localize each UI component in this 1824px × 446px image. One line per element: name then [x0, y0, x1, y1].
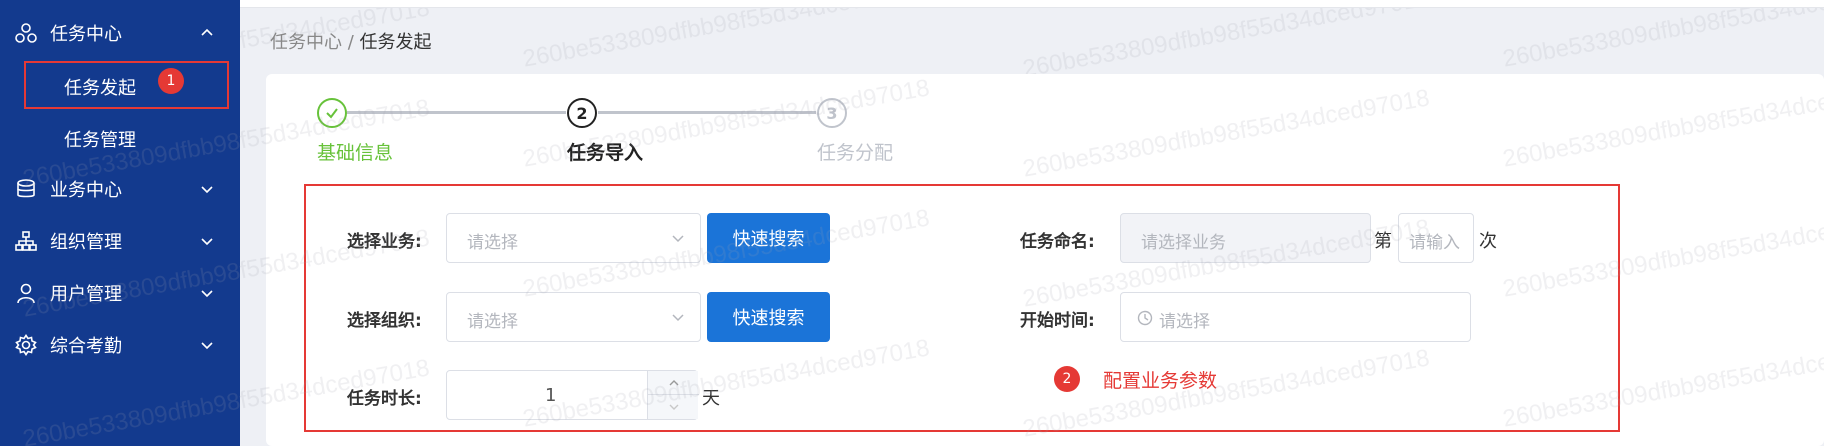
annotation-text: 配置业务参数 — [1103, 370, 1218, 392]
sidebar: 任务中心 任务发起 1 任务管理 业务中心 组织管理 用户管理 综合考勤 — [0, 0, 240, 446]
sidebar-item-task-manage[interactable]: 任务管理 — [0, 115, 240, 159]
field-placeholder: 请选择业务 — [1141, 233, 1226, 253]
business-select[interactable]: 请选择 — [446, 213, 701, 263]
task-count-suffix: 次 — [1479, 231, 1497, 252]
step-3-number: 3 — [817, 98, 847, 128]
stepper-controls — [647, 371, 699, 419]
start-time-label: 开始时间: — [1020, 311, 1095, 331]
menu-group-label: 组织管理 — [50, 232, 122, 253]
chevron-down-icon — [672, 235, 684, 243]
menu-group-org-manage[interactable]: 组织管理 — [0, 219, 240, 263]
gear-icon — [14, 333, 38, 357]
menu-group-task-center[interactable]: 任务中心 — [0, 11, 240, 55]
task-count-prefix: 第 — [1374, 231, 1392, 252]
network-icon — [14, 21, 38, 45]
top-header-strip — [240, 0, 1824, 8]
sidebar-item-label: 任务管理 — [64, 130, 136, 151]
chevron-down-icon — [201, 290, 213, 298]
clock-icon — [1137, 310, 1153, 326]
chevron-down-icon — [201, 342, 213, 350]
step-3-title: 任务分配 — [817, 142, 894, 164]
duration-value: 1 — [545, 385, 557, 406]
step-connector — [598, 111, 816, 114]
select-placeholder: 请选择 — [467, 233, 518, 253]
task-name-field[interactable]: 请选择业务 — [1120, 213, 1371, 263]
chevron-down-icon — [669, 404, 678, 410]
step-badge-2: 2 — [1054, 366, 1080, 392]
user-icon — [14, 281, 38, 305]
menu-group-attendance[interactable]: 综合考勤 — [0, 323, 240, 367]
field-placeholder: 请选择 — [1159, 312, 1210, 332]
step-1-check-icon — [317, 98, 347, 128]
chevron-down-icon — [201, 238, 213, 246]
duration-unit: 天 — [702, 388, 720, 409]
task-count-input[interactable]: 请输入 — [1398, 213, 1474, 263]
database-icon — [14, 177, 38, 201]
task-name-label: 任务命名: — [1020, 232, 1095, 252]
breadcrumb-separator: / — [342, 32, 360, 53]
org-chart-icon — [14, 229, 38, 253]
highlight-box-active-menu — [24, 61, 229, 109]
chevron-up-icon — [201, 28, 213, 36]
field-placeholder: 请输入 — [1409, 233, 1460, 253]
business-label: 选择业务: — [347, 232, 422, 252]
watermark: 260be533809dfbb98f55d34dced97018 — [1500, 0, 1824, 73]
org-label: 选择组织: — [347, 311, 422, 331]
menu-group-business-center[interactable]: 业务中心 — [0, 167, 240, 211]
decrement-button[interactable] — [648, 395, 699, 419]
chevron-down-icon — [672, 314, 684, 322]
watermark: 260be533809dfbb98f55d34dced97018 — [520, 0, 932, 73]
menu-group-label: 任务中心 — [50, 24, 122, 45]
menu-group-user-manage[interactable]: 用户管理 — [0, 271, 240, 315]
step-2-number: 2 — [567, 98, 597, 128]
breadcrumb-parent[interactable]: 任务中心 — [270, 32, 342, 53]
increment-button[interactable] — [648, 371, 699, 395]
duration-stepper[interactable]: 1 — [446, 370, 699, 420]
chevron-up-icon — [669, 379, 678, 385]
duration-label: 任务时长: — [347, 389, 422, 409]
org-select[interactable]: 请选择 — [446, 292, 701, 342]
menu-group-label: 综合考勤 — [50, 336, 122, 357]
step-connector — [347, 111, 566, 114]
start-time-picker[interactable]: 请选择 — [1120, 292, 1471, 342]
chevron-down-icon — [201, 186, 213, 194]
select-placeholder: 请选择 — [467, 312, 518, 332]
menu-group-label: 业务中心 — [50, 180, 122, 201]
quick-search-button-org[interactable]: 快速搜索 — [707, 292, 830, 342]
menu-group-label: 用户管理 — [50, 284, 122, 305]
quick-search-button-business[interactable]: 快速搜索 — [707, 213, 830, 263]
watermark: 260be533809dfbb98f55d34dced97018 — [1020, 0, 1432, 83]
breadcrumb-current: 任务发起 — [359, 32, 432, 53]
step-badge-1: 1 — [158, 68, 184, 94]
step-1-title: 基础信息 — [317, 142, 394, 164]
step-2-title: 任务导入 — [567, 142, 644, 164]
breadcrumb: 任务中心 / 任务发起 — [270, 28, 432, 54]
